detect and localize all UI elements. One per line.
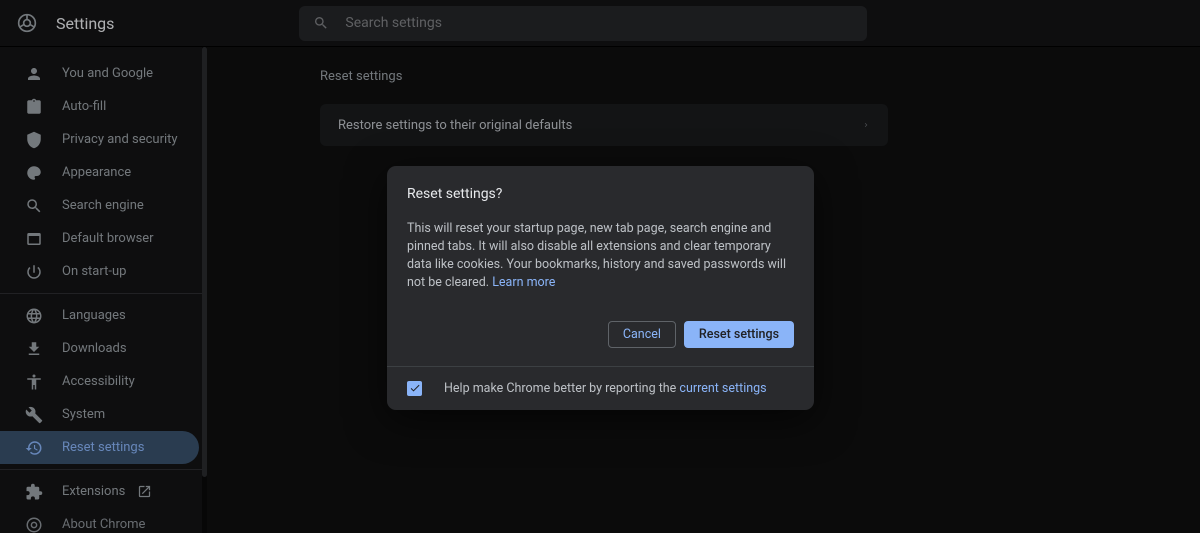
sidebar-item-label: Accessibility [62, 374, 135, 389]
chrome-icon [24, 515, 44, 533]
power-icon [24, 262, 44, 282]
dialog-body: This will reset your startup page, new t… [407, 221, 786, 290]
search-icon [24, 196, 44, 216]
sidebar-item-extensions[interactable]: Extensions [0, 475, 203, 508]
sidebar-item-accessibility[interactable]: Accessibility [0, 365, 203, 398]
sidebar-item-label: Auto-fill [62, 99, 106, 114]
sidebar-item-label: You and Google [62, 66, 153, 81]
person-icon [24, 64, 44, 84]
sidebar-item-on-start-up[interactable]: On start-up [0, 255, 203, 288]
accessibility-icon [24, 372, 44, 392]
dialog-body-text: This will reset your startup page, new t… [407, 220, 794, 293]
search-bar[interactable] [299, 6, 867, 41]
header: Settings [0, 0, 1200, 47]
dialog-footer-text: Help make Chrome better by reporting the… [444, 381, 767, 396]
footer-pre: Help make Chrome better by reporting the [444, 381, 679, 396]
divider [0, 293, 203, 294]
globe-icon [24, 306, 44, 326]
puzzle-icon [24, 482, 44, 502]
sidebar-item-label: Search engine [62, 198, 144, 213]
dialog-title: Reset settings? [407, 186, 794, 202]
cancel-button[interactable]: Cancel [608, 321, 676, 348]
sidebar-item-label: Extensions [62, 484, 125, 499]
sidebar-item-appearance[interactable]: Appearance [0, 156, 203, 189]
sidebar-item-auto-fill[interactable]: Auto-fill [0, 90, 203, 123]
chrome-logo-icon [16, 12, 38, 34]
sidebar-item-label: Reset settings [62, 440, 144, 455]
restore-defaults-row[interactable]: Restore settings to their original defau… [320, 104, 888, 146]
current-settings-link[interactable]: current settings [679, 381, 766, 396]
sidebar-item-downloads[interactable]: Downloads [0, 332, 203, 365]
sidebar-item-label: Downloads [62, 341, 127, 356]
search-icon [313, 15, 343, 31]
reset-settings-button[interactable]: Reset settings [684, 321, 794, 348]
section-title: Reset settings [320, 69, 1200, 84]
sidebar-item-label: Languages [62, 308, 126, 323]
reset-settings-dialog: Reset settings? This will reset your sta… [387, 166, 814, 410]
download-icon [24, 339, 44, 359]
sidebar-item-you-and-google[interactable]: You and Google [0, 57, 203, 90]
open-in-new-icon [137, 484, 152, 499]
sidebar-item-search-engine[interactable]: Search engine [0, 189, 203, 222]
learn-more-link[interactable]: Learn more [492, 275, 555, 290]
wrench-icon [24, 405, 44, 425]
shield-icon [24, 130, 44, 150]
chevron-right-icon [862, 119, 870, 131]
sidebar-item-label: Default browser [62, 231, 154, 246]
sidebar-item-languages[interactable]: Languages [0, 299, 203, 332]
dialog-footer: Help make Chrome better by reporting the… [387, 366, 814, 410]
sidebar-item-privacy-and-security[interactable]: Privacy and security [0, 123, 203, 156]
sidebar-scrollbar-thumb[interactable] [202, 47, 207, 477]
palette-icon [24, 163, 44, 183]
divider [0, 469, 203, 470]
sidebar-item-label: On start-up [62, 264, 126, 279]
report-checkbox[interactable] [407, 381, 422, 396]
sidebar-item-label: System [62, 407, 105, 422]
sidebar-item-label: Privacy and security [62, 132, 178, 147]
sidebar-item-reset-settings[interactable]: Reset settings [0, 431, 199, 464]
sidebar-item-default-browser[interactable]: Default browser [0, 222, 203, 255]
search-input[interactable] [343, 14, 853, 32]
sidebar-item-system[interactable]: System [0, 398, 203, 431]
sidebar-item-about-chrome[interactable]: About Chrome [0, 508, 203, 533]
window-icon [24, 229, 44, 249]
row-label: Restore settings to their original defau… [338, 118, 572, 133]
sidebar-item-label: About Chrome [62, 517, 145, 532]
app-title: Settings [56, 14, 114, 33]
restore-icon [24, 438, 44, 458]
sidebar-item-label: Appearance [62, 165, 131, 180]
clipboard-icon [24, 97, 44, 117]
sidebar: You and Google Auto-fill Privacy and sec… [0, 47, 207, 533]
